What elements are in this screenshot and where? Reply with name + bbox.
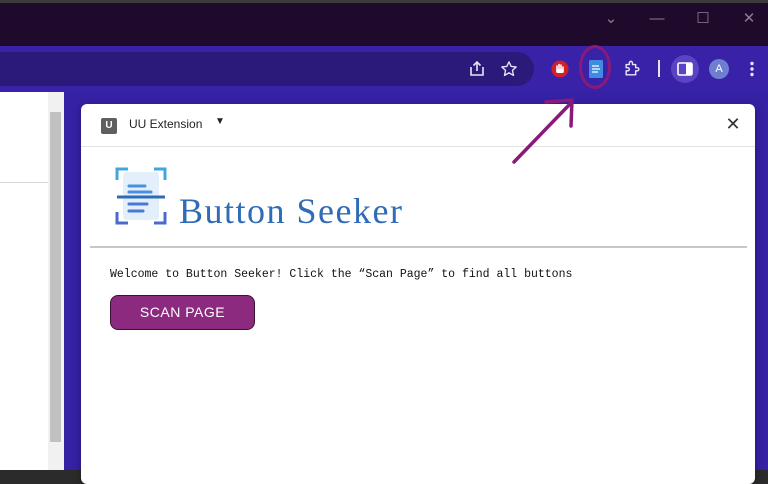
popup-header: U UU Extension ▼ ✕ [81,104,755,147]
profile-avatar[interactable]: A [709,59,729,79]
caret-down-icon[interactable]: ▼ [215,116,225,127]
welcome-text: Welcome to Button Seeker! Click the “Sca… [110,268,573,281]
window-top-edge [0,0,768,3]
window-titlebar: ⌄ — ☐ ✕ [0,0,768,46]
scan-page-button[interactable]: SCAN PAGE [110,295,255,330]
star-icon[interactable] [500,60,518,78]
more-menu-icon[interactable] [746,60,758,78]
minimize-button[interactable]: — [646,10,668,28]
close-popup-button[interactable]: ✕ [723,114,743,135]
app-title: Button Seeker [179,191,404,231]
pointer-arrow-annotation [512,98,574,164]
side-panel-icon [677,62,693,76]
button-seeker-logo-icon [115,167,167,225]
puzzle-extensions-icon[interactable] [623,59,642,78]
red-hand-extension-icon[interactable] [551,60,569,78]
page-divider [0,182,48,183]
share-icon[interactable] [468,60,486,78]
close-window-button[interactable]: ✕ [738,10,760,28]
extension-popup: U UU Extension ▼ ✕ Button Seeker Welcome… [81,104,755,484]
page-scrollbar[interactable] [48,92,64,470]
scrollbar-thumb[interactable] [50,112,61,442]
extension-name[interactable]: UU Extension [129,117,202,131]
extension-badge-icon: U [101,118,117,134]
tab-search-dropdown-icon[interactable]: ⌄ [600,10,622,28]
address-bar[interactable] [0,52,534,86]
highlight-circle-annotation [579,45,611,89]
side-panel-button[interactable] [671,55,699,83]
maximize-button[interactable]: ☐ [692,10,714,28]
toolbar-separator [658,60,660,77]
title-divider [90,246,747,248]
